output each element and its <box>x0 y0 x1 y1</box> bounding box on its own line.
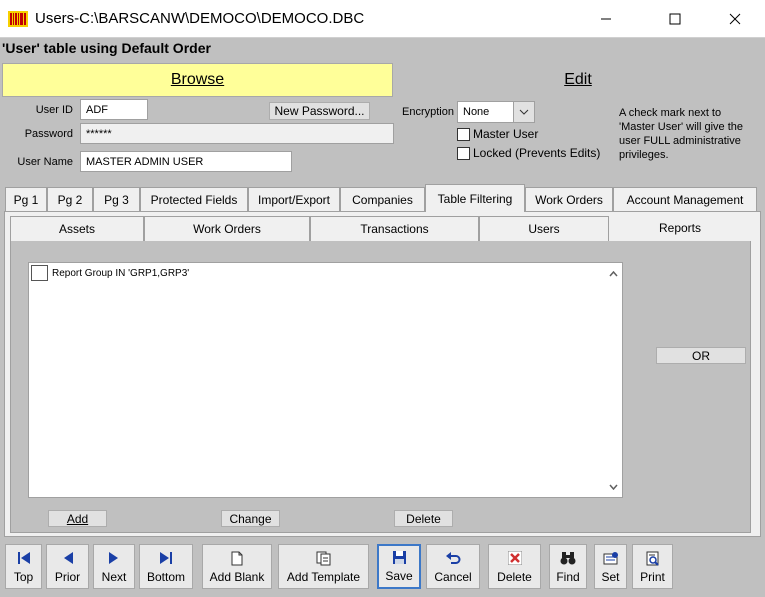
tab-import-export[interactable]: Import/Export <box>248 187 340 211</box>
tab-work-orders[interactable]: Work Orders <box>525 187 613 211</box>
title-bar: Users-C:\BARSCANW\DEMOCO\DEMOCO.DBC <box>0 0 765 38</box>
locked-checkbox[interactable] <box>457 147 470 160</box>
floppy-disk-icon <box>392 550 406 564</box>
maximize-icon <box>669 13 681 25</box>
chevron-down-icon <box>519 109 529 115</box>
subtab-assets[interactable]: Assets <box>10 216 144 242</box>
edit-tab[interactable]: Edit <box>393 62 763 97</box>
previous-record-icon <box>63 552 73 564</box>
master-user-note: A check mark next to 'Master User' will … <box>619 107 744 161</box>
next-label: Next <box>101 570 127 584</box>
scrollbar[interactable] <box>605 263 622 497</box>
or-button[interactable]: OR <box>656 347 746 364</box>
password-field[interactable]: ****** <box>80 123 394 144</box>
prior-label: Prior <box>54 570 81 584</box>
subtab-transactions[interactable]: Transactions <box>310 216 479 242</box>
delete-button[interactable]: Delete <box>488 544 541 589</box>
add-template-button[interactable]: Add Template <box>278 544 369 589</box>
top-button[interactable]: Top <box>5 544 42 589</box>
print-label: Print <box>640 570 665 584</box>
template-pages-icon <box>316 551 330 565</box>
next-record-icon <box>109 552 118 564</box>
dropdown-button[interactable] <box>513 102 534 122</box>
tab-pg3[interactable]: Pg 3 <box>93 187 140 211</box>
encryption-value: None <box>463 106 490 118</box>
close-icon <box>729 13 741 25</box>
chevron-up-icon <box>609 270 618 276</box>
tab-pg2[interactable]: Pg 2 <box>47 187 93 211</box>
encryption-label: Encryption <box>402 106 454 118</box>
window-title: Users-C:\BARSCANW\DEMOCO\DEMOCO.DBC <box>35 10 365 27</box>
filter-list[interactable]: Report Group IN 'GRP1,GRP3' <box>28 262 623 498</box>
add-filter-button[interactable]: Add <box>48 510 107 527</box>
first-record-icon <box>17 552 30 564</box>
locked-label: Locked (Prevents Edits) <box>473 146 601 160</box>
print-preview-icon <box>646 551 659 566</box>
list-item[interactable]: Report Group IN 'GRP1,GRP3' <box>31 265 189 281</box>
master-user-checkbox[interactable] <box>457 128 470 141</box>
chevron-down-icon <box>609 484 618 490</box>
app-barcode-icon <box>8 11 28 27</box>
scroll-up-button[interactable] <box>605 265 622 282</box>
tab-table-filtering[interactable]: Table Filtering <box>425 184 525 212</box>
delete-x-icon <box>507 551 522 565</box>
last-record-icon <box>160 552 172 564</box>
user-name-field[interactable]: MASTER ADMIN USER <box>80 151 292 172</box>
find-label: Find <box>556 570 580 584</box>
save-button[interactable]: Save <box>377 544 421 589</box>
tab-protected-fields[interactable]: Protected Fields <box>140 187 248 211</box>
tab-pg1[interactable]: Pg 1 <box>5 187 47 211</box>
bottom-label: Bottom <box>146 570 185 584</box>
set-filter-icon <box>603 552 618 565</box>
delete-label: Delete <box>497 570 532 584</box>
close-button[interactable] <box>712 0 758 38</box>
user-name-label: User Name <box>17 156 73 168</box>
next-button[interactable]: Next <box>93 544 135 589</box>
password-label: Password <box>24 128 73 140</box>
tab-companies[interactable]: Companies <box>340 187 425 211</box>
change-filter-button[interactable]: Change <box>221 510 280 527</box>
table-caption: 'User' table using Default Order <box>2 40 211 56</box>
blank-page-icon <box>231 551 243 565</box>
encryption-select[interactable]: None <box>457 101 535 123</box>
undo-icon <box>446 552 461 564</box>
bottom-button[interactable]: Bottom <box>139 544 193 589</box>
minimize-button[interactable] <box>583 0 629 38</box>
cancel-label: Cancel <box>434 570 472 584</box>
maximize-button[interactable] <box>652 0 698 38</box>
subtab-users[interactable]: Users <box>479 216 609 242</box>
user-id-label: User ID <box>35 104 73 116</box>
new-password-button[interactable]: New Password... <box>269 102 370 120</box>
user-id-field[interactable]: ADF <box>80 99 148 120</box>
save-label: Save <box>385 569 413 583</box>
browse-tab[interactable]: Browse <box>2 63 393 97</box>
tab-account-management[interactable]: Account Management <box>613 187 757 211</box>
print-button[interactable]: Print <box>632 544 673 589</box>
scroll-down-button[interactable] <box>605 478 622 495</box>
cancel-button[interactable]: Cancel <box>426 544 480 589</box>
prior-button[interactable]: Prior <box>46 544 89 589</box>
delete-filter-button[interactable]: Delete <box>394 510 453 527</box>
subtab-reports[interactable]: Reports <box>610 215 750 241</box>
filter-item-label: Report Group IN 'GRP1,GRP3' <box>52 267 190 279</box>
add-template-label: Add Template <box>286 570 361 584</box>
minimize-icon <box>601 18 611 20</box>
add-blank-button[interactable]: Add Blank <box>202 544 272 589</box>
top-label: Top <box>13 570 34 584</box>
find-button[interactable]: Find <box>549 544 587 589</box>
add-blank-label: Add Blank <box>209 570 265 584</box>
set-label: Set <box>601 570 620 584</box>
subtab-work-orders[interactable]: Work Orders <box>144 216 310 242</box>
filter-item-checkbox[interactable] <box>31 265 48 281</box>
binoculars-icon <box>560 552 576 565</box>
master-user-label: Master User <box>473 127 539 141</box>
set-button[interactable]: Set <box>594 544 627 589</box>
